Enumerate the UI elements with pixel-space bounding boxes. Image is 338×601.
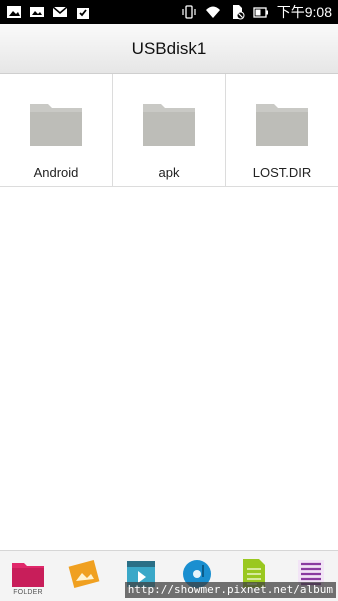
page-title: USBdisk1 bbox=[131, 38, 207, 58]
folder-item-apk[interactable]: apk bbox=[113, 74, 226, 186]
tab-folder[interactable]: FOLDER bbox=[0, 551, 56, 601]
folder-icon bbox=[30, 104, 82, 146]
download-icon bbox=[77, 8, 89, 19]
folder-name: apk bbox=[158, 165, 180, 180]
vibrate-icon bbox=[182, 5, 196, 19]
folder-icon bbox=[256, 104, 308, 146]
folder-item-android[interactable]: Android bbox=[0, 74, 113, 186]
watermark: http://showmer.pixnet.net/album bbox=[124, 582, 336, 598]
no-sim-icon bbox=[232, 5, 245, 20]
folder-name: LOST.DIR bbox=[252, 165, 312, 180]
folder-icon bbox=[12, 563, 44, 587]
folder-name: Android bbox=[33, 165, 79, 180]
image-icon bbox=[7, 6, 21, 18]
mail-icon bbox=[52, 6, 68, 17]
tab-label: FOLDER bbox=[13, 589, 43, 596]
app-header: USBdisk1 bbox=[0, 24, 338, 74]
battery-icon bbox=[253, 7, 268, 18]
folder-item-lost-dir[interactable]: LOST.DIR bbox=[226, 74, 338, 186]
status-bar: 下午9:08 bbox=[0, 0, 338, 24]
status-time: 下午9:08 bbox=[276, 4, 332, 20]
folder-grid: Android apk LOST.DIR bbox=[0, 74, 338, 187]
wifi-icon bbox=[205, 6, 220, 18]
folder-icon bbox=[143, 104, 195, 146]
picture-icon bbox=[68, 560, 100, 588]
tab-pictures[interactable] bbox=[56, 551, 112, 601]
photo-icon bbox=[30, 7, 44, 17]
